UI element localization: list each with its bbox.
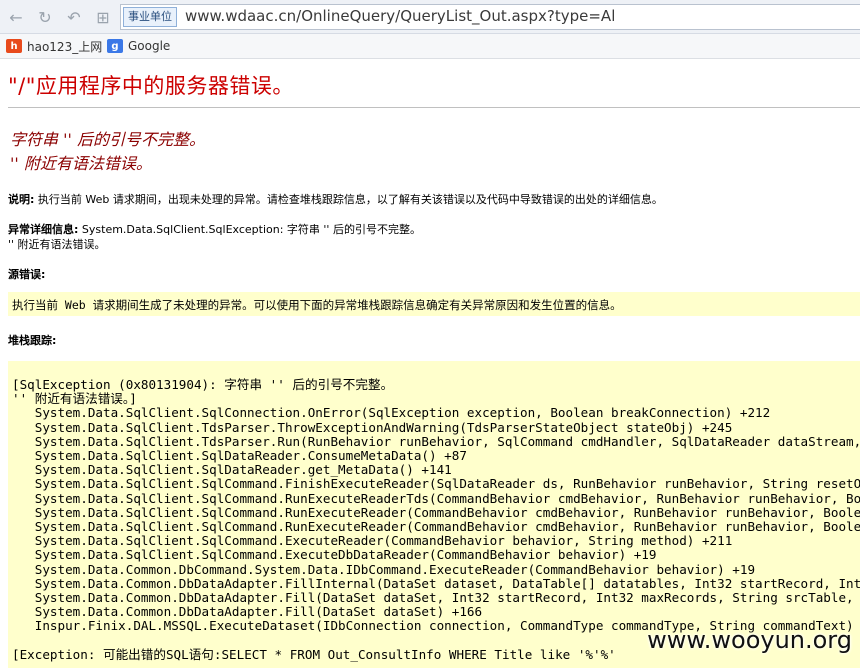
exception-details: 异常详细信息: System.Data.SqlClient.SqlExcepti… bbox=[8, 221, 421, 237]
site-category-badge[interactable]: 事业单位 bbox=[123, 7, 177, 27]
exception-label: 异常详细信息: bbox=[8, 223, 79, 236]
browser-toolbar: ← ↻ ↶ ⊞ 事业单位 www.wdaac.cn/OnlineQuery/Qu… bbox=[0, 0, 860, 34]
source-error-text: 执行当前 Web 请求期间生成了未处理的异常。可以使用下面的异常堆栈跟踪信息确定… bbox=[12, 298, 622, 312]
bookmark-label: Google bbox=[128, 39, 171, 53]
bookmarks-bar: h hao123_上网 g Google bbox=[0, 34, 860, 59]
stack-trace-text: [SqlException (0x80131904): 字符串 '' 后的引号不… bbox=[12, 377, 860, 662]
undo-icon[interactable]: ↶ bbox=[64, 7, 84, 27]
bookmark-google[interactable]: g Google bbox=[107, 37, 170, 55]
description-label: 说明: bbox=[8, 193, 35, 206]
exception-text: System.Data.SqlClient.SqlException: 字符串 … bbox=[78, 223, 421, 236]
source-error-box: 执行当前 Web 请求期间生成了未处理的异常。可以使用下面的异常堆栈跟踪信息确定… bbox=[8, 292, 860, 316]
error-message-line2: '' 附近有语法错误。 bbox=[10, 154, 152, 173]
url-text[interactable]: www.wdaac.cn/OnlineQuery/QueryList_Out.a… bbox=[185, 7, 615, 26]
stack-trace-box: [SqlException (0x80131904): 字符串 '' 后的引号不… bbox=[8, 361, 860, 668]
bookmark-label: hao123_上网 bbox=[27, 39, 103, 54]
error-message-line1: 字符串 '' 后的引号不完整。 bbox=[10, 130, 205, 149]
bookmark-hao123[interactable]: h hao123_上网 bbox=[6, 37, 102, 55]
error-page: "/"应用程序中的服务器错误。 字符串 '' 后的引号不完整。 '' 附近有语法… bbox=[0, 59, 860, 668]
source-label-text: 源错误: bbox=[8, 268, 46, 281]
stack-trace-label: 堆栈跟踪: bbox=[8, 332, 56, 348]
back-icon[interactable]: ← bbox=[6, 7, 26, 27]
google-icon: g bbox=[107, 39, 123, 53]
grid-icon[interactable]: ⊞ bbox=[93, 7, 113, 27]
stack-label-text: 堆栈跟踪: bbox=[8, 334, 57, 347]
source-error-label: 源错误: bbox=[8, 266, 45, 282]
description: 说明: 执行当前 Web 请求期间，出现未处理的异常。请检查堆栈跟踪信息，以了解… bbox=[8, 191, 663, 207]
description-text: 执行当前 Web 请求期间，出现未处理的异常。请检查堆栈跟踪信息，以了解有关该错… bbox=[34, 193, 663, 206]
title-divider bbox=[8, 107, 860, 108]
watermark: www.wooyun.org bbox=[647, 626, 852, 654]
refresh-icon[interactable]: ↻ bbox=[35, 7, 55, 27]
exception-text-line2: '' 附近有语法错误。 bbox=[8, 238, 106, 251]
page-title: "/"应用程序中的服务器错误。 bbox=[8, 74, 294, 98]
address-bar[interactable]: 事业单位 www.wdaac.cn/OnlineQuery/QueryList_… bbox=[120, 4, 860, 30]
hao123-icon: h bbox=[6, 39, 22, 53]
